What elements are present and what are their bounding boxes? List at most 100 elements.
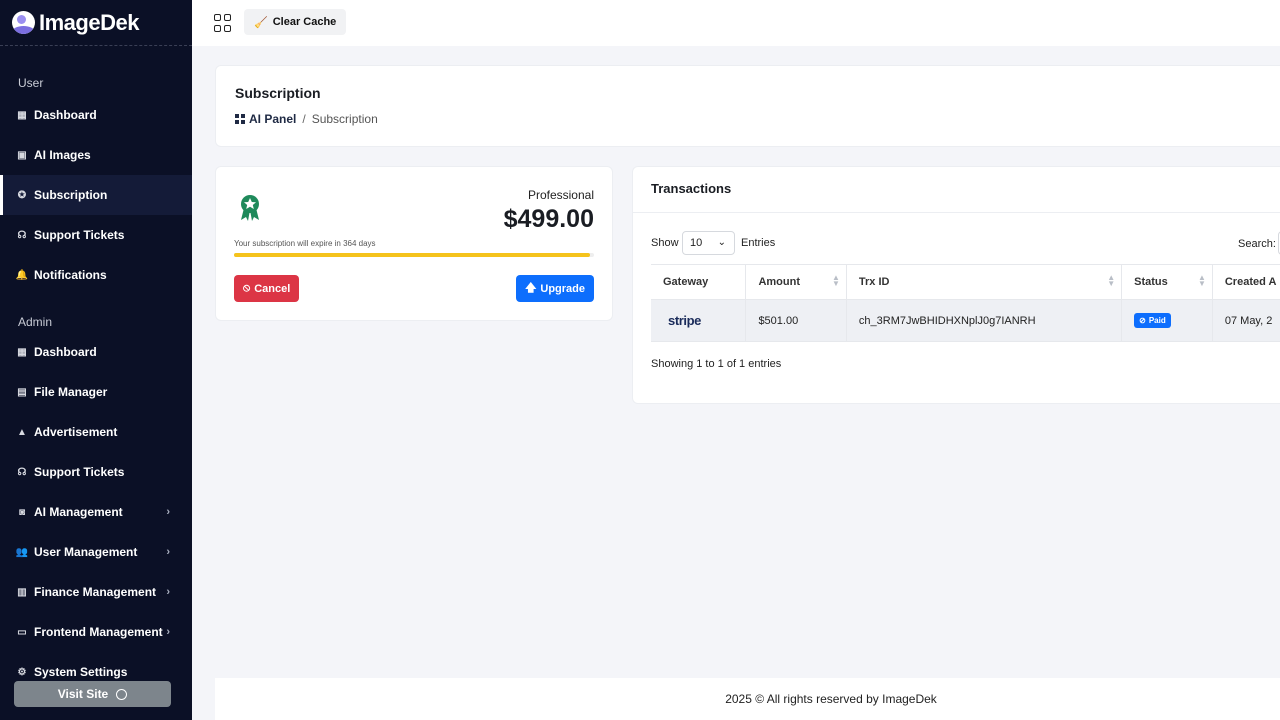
bank-icon: ▥ [17, 586, 27, 598]
sidebar-item-dashboard[interactable]: ▦ Dashboard [0, 95, 192, 135]
status-cell: ⊘ Paid [1121, 299, 1213, 342]
sidebar-item-support-tickets[interactable]: ☊ Support Tickets [0, 452, 192, 492]
ban-icon: ⦸ [243, 282, 251, 294]
robot-icon: ◙ [18, 506, 26, 518]
dashboard-icon: ▦ [17, 346, 27, 358]
table-row: stripe $501.00 ch_3RM7JwBHIDHXNplJ0g7IAN… [651, 299, 1280, 342]
footer-text: 2025 © All rights reserved by ImageDek [725, 692, 937, 706]
folder-icon: ▤ [17, 386, 27, 398]
sidebar-item-notifications[interactable]: 🔔 Notifications [0, 255, 192, 295]
upgrade-button[interactable]: 🡅 Upgrade [516, 275, 594, 302]
sidebar-item-ai-management[interactable]: ◙ AI Management › [0, 492, 192, 532]
sidebar-item-label: System Settings [34, 665, 128, 679]
sidebar-item-label: Support Tickets [34, 228, 125, 242]
logo-icon [12, 11, 35, 34]
visit-site-label: Visit Site [57, 687, 109, 701]
sidebar-item-support-tickets[interactable]: ☊ Support Tickets [0, 215, 192, 255]
sort-icon: ▲ ▼ [831, 273, 840, 288]
sidebar-item-label: Frontend Management [34, 625, 163, 639]
entries-select-value: 10 [690, 237, 703, 249]
cancel-button[interactable]: ⦸ Cancel [234, 275, 300, 302]
stripe-logo: stripe [668, 313, 702, 328]
sidebar-item-label: Subscription [34, 188, 108, 202]
status-badge: ⊘ Paid [1134, 313, 1171, 328]
chevron-right-icon: › [166, 626, 170, 638]
chevron-right-icon: › [166, 546, 170, 558]
apps-grid-icon[interactable] [214, 14, 232, 32]
breadcrumb-separator: / [302, 112, 306, 126]
transactions-card: Transactions Show 10 ⌄ Entries Search: G… [632, 166, 1280, 404]
status-badge-label: Paid [1148, 316, 1166, 325]
sidebar-section-admin: Admin [18, 315, 53, 329]
card-divider [633, 212, 1280, 213]
breadcrumb-current: Subscription [311, 112, 378, 126]
broom-icon: 🧹 [254, 16, 268, 29]
sort-icon: ▲ ▼ [1107, 273, 1116, 288]
sidebar-item-advertisement[interactable]: ▲ Advertisement [0, 412, 192, 452]
subscription-progress [234, 253, 594, 257]
users-icon: 👥 [15, 546, 29, 558]
clear-cache-label: Clear Cache [272, 16, 337, 28]
sidebar-item-finance-management[interactable]: ▥ Finance Management › [0, 572, 192, 612]
subscription-card: Professional $499.00 Your subscription w… [215, 166, 613, 321]
footer: 2025 © All rights reserved by ImageDek [215, 678, 1280, 720]
sidebar-item-label: AI Images [34, 148, 91, 162]
entries-label: Entries [741, 237, 776, 249]
sidebar-item-frontend-management[interactable]: ▭ Frontend Management › [0, 612, 192, 652]
amount-cell: $501.00 [745, 299, 847, 342]
column-header-status[interactable]: Status ▲ ▼ [1121, 264, 1213, 300]
sidebar-item-label: File Manager [34, 385, 108, 399]
sidebar-item-dashboard[interactable]: ▦ Dashboard [0, 332, 192, 372]
sidebar-item-label: Dashboard [34, 108, 97, 122]
sidebar-item-label: Advertisement [34, 425, 118, 439]
trx-id-cell: ch_3RM7JwBHIDHXNplJ0g7IANRH [845, 299, 1122, 342]
award-icon: ✪ [17, 189, 27, 201]
column-header-created[interactable]: Created A [1211, 264, 1280, 300]
award-icon [241, 195, 259, 221]
column-header-trx-id[interactable]: Trx ID ▲ ▼ [845, 264, 1122, 300]
breadcrumb-home[interactable]: AI Panel [235, 112, 296, 126]
sidebar-item-label: Support Tickets [34, 465, 125, 479]
gateway-cell: stripe [651, 299, 746, 342]
entries-select[interactable]: 10 ⌄ [682, 231, 735, 255]
visit-site-button[interactable]: Visit Site [14, 681, 171, 707]
breadcrumb: AI Panel / Subscription [235, 112, 378, 126]
column-header-amount[interactable]: Amount ▲ ▼ [745, 264, 847, 300]
globe-icon [116, 688, 128, 700]
show-label: Show [651, 237, 679, 249]
sidebar-item-ai-images[interactable]: ▣ AI Images [0, 135, 192, 175]
subscription-progress-fill [234, 253, 591, 257]
page-title: Subscription [235, 85, 321, 101]
brand-name: ImageDek [39, 9, 139, 35]
sidebar-item-label: User Management [34, 545, 138, 559]
chevron-right-icon: › [166, 586, 170, 598]
sidebar-item-subscription[interactable]: ✪ Subscription [0, 175, 192, 215]
topbar: 🧹 Clear Cache [192, 0, 1280, 46]
pagination-info: Showing 1 to 1 of 1 entries [651, 358, 782, 370]
plan-price: $499.00 [503, 205, 594, 233]
headset-icon: ☊ [17, 229, 27, 241]
sidebar: ImageDek User ▦ Dashboard ▣ AI Images ✪ Subsc… [0, 0, 192, 720]
sidebar-section-user: User [18, 76, 44, 90]
dashboard-icon: ▦ [17, 109, 27, 121]
chevron-down-icon: ⌄ [717, 237, 726, 248]
chevron-right-icon: › [166, 506, 170, 518]
column-header-gateway[interactable]: Gateway [651, 264, 746, 300]
image-icon: ▣ [17, 149, 27, 161]
ad-icon: ▲ [17, 426, 27, 438]
sidebar-item-file-manager[interactable]: ▤ File Manager [0, 372, 192, 412]
monitor-icon: ▭ [17, 626, 27, 638]
sidebar-item-label: Finance Management [34, 585, 157, 599]
created-cell: 07 May, 2 [1211, 299, 1280, 342]
bell-icon: 🔔 [15, 269, 29, 281]
check-circle-icon: ⊘ [1139, 316, 1146, 325]
sidebar-item-user-management[interactable]: 👥 User Management › [0, 532, 192, 572]
breadcrumb-home-label: AI Panel [249, 112, 297, 126]
arrow-up-icon: 🡅 [525, 282, 537, 294]
transactions-title: Transactions [651, 181, 732, 196]
brand-logo[interactable]: ImageDek [0, 0, 192, 46]
upgrade-label: Upgrade [540, 282, 585, 295]
clear-cache-button[interactable]: 🧹 Clear Cache [244, 9, 347, 35]
gear-icon: ⚙ [17, 666, 27, 678]
sidebar-item-label: Notifications [34, 268, 107, 282]
